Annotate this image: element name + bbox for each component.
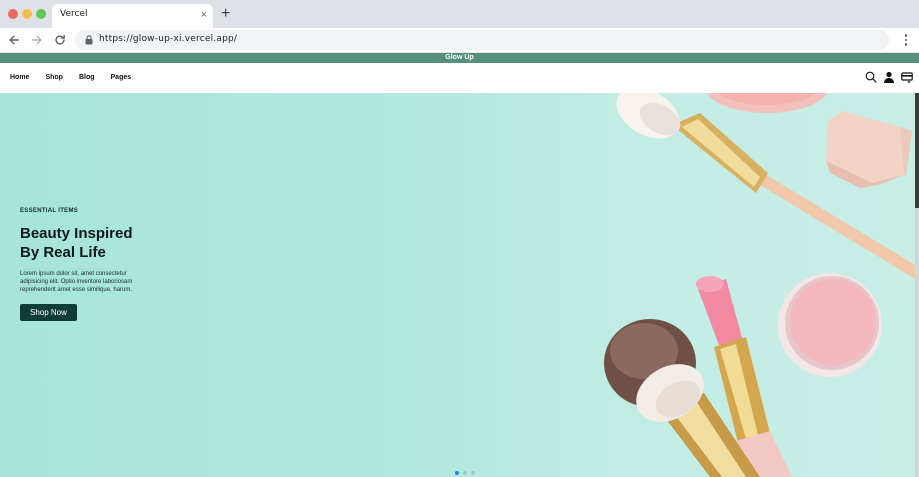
- hero-banner: ESSENTIAL ITEMS Beauty Inspired By Real …: [0, 93, 919, 477]
- new-tab-button[interactable]: +: [221, 5, 230, 23]
- page-scrollbar[interactable]: [915, 93, 919, 477]
- web-page: Glow Up Home Shop Blog Pages ESSENTIAL I…: [0, 53, 919, 477]
- hero-headline-line-2: By Real Life: [20, 244, 106, 261]
- reload-icon: [55, 34, 65, 45]
- carousel-dot-2[interactable]: [463, 471, 467, 475]
- blush-compact-top: [706, 93, 828, 113]
- forward-button[interactable]: [28, 31, 46, 49]
- lipstick: [696, 276, 793, 477]
- hero-description: Lorem ipsum dolor sit, amet consectetur …: [20, 271, 133, 293]
- arrow-right-icon: [31, 35, 42, 45]
- browser-tab[interactable]: Vercel ×: [52, 4, 213, 28]
- nav-link-shop[interactable]: Shop: [45, 74, 63, 81]
- hero-headline-line-1: Beauty Inspired: [20, 225, 133, 242]
- tab-close-icon[interactable]: ×: [201, 8, 207, 22]
- makeup-brush-bottom: [604, 319, 760, 477]
- nav-link-home[interactable]: Home: [10, 74, 29, 81]
- nav-icons: [865, 71, 913, 83]
- user-icon[interactable]: [883, 71, 895, 83]
- announcement-bar: Glow Up: [0, 53, 919, 63]
- carousel-dots: [455, 471, 475, 475]
- hero-content: ESSENTIAL ITEMS Beauty Inspired By Real …: [20, 208, 180, 321]
- address-bar[interactable]: https://glow-up-xi.vercel.app/: [75, 30, 889, 50]
- nav-links: Home Shop Blog Pages: [10, 74, 147, 81]
- tab-strip: Vercel × +: [0, 0, 919, 28]
- minimize-window-button[interactable]: [22, 9, 32, 19]
- carousel-dot-3[interactable]: [471, 471, 475, 475]
- tab-title: Vercel: [60, 9, 88, 19]
- nav-link-blog[interactable]: Blog: [79, 74, 95, 81]
- browser-window: Vercel × + https://glow-up-xi.vercel.app…: [0, 0, 919, 477]
- maximize-window-button[interactable]: [36, 9, 46, 19]
- shop-now-button[interactable]: Shop Now: [20, 304, 77, 321]
- search-icon[interactable]: [865, 71, 877, 83]
- close-window-button[interactable]: [8, 9, 18, 19]
- hero-headline: Beauty Inspired By Real Life: [20, 224, 180, 262]
- makeup-sponge: [826, 111, 912, 188]
- blush-compact-right: [778, 273, 882, 377]
- reload-button[interactable]: [51, 31, 69, 49]
- back-button[interactable]: [5, 31, 23, 49]
- lock-icon: [85, 35, 93, 45]
- browser-menu-icon[interactable]: [901, 32, 911, 48]
- browser-toolbar: https://glow-up-xi.vercel.app/: [0, 28, 919, 53]
- carousel-dot-1[interactable]: [455, 471, 459, 475]
- url-text: https://glow-up-xi.vercel.app/: [99, 34, 238, 44]
- scrollbar-thumb[interactable]: [915, 93, 919, 208]
- hero-eyebrow: ESSENTIAL ITEMS: [20, 208, 79, 214]
- arrow-left-icon: [9, 35, 20, 45]
- site-navbar: Home Shop Blog Pages: [0, 63, 919, 93]
- makeup-brush-top: [616, 93, 919, 282]
- nav-link-pages[interactable]: Pages: [111, 74, 132, 81]
- cart-icon[interactable]: [901, 71, 913, 83]
